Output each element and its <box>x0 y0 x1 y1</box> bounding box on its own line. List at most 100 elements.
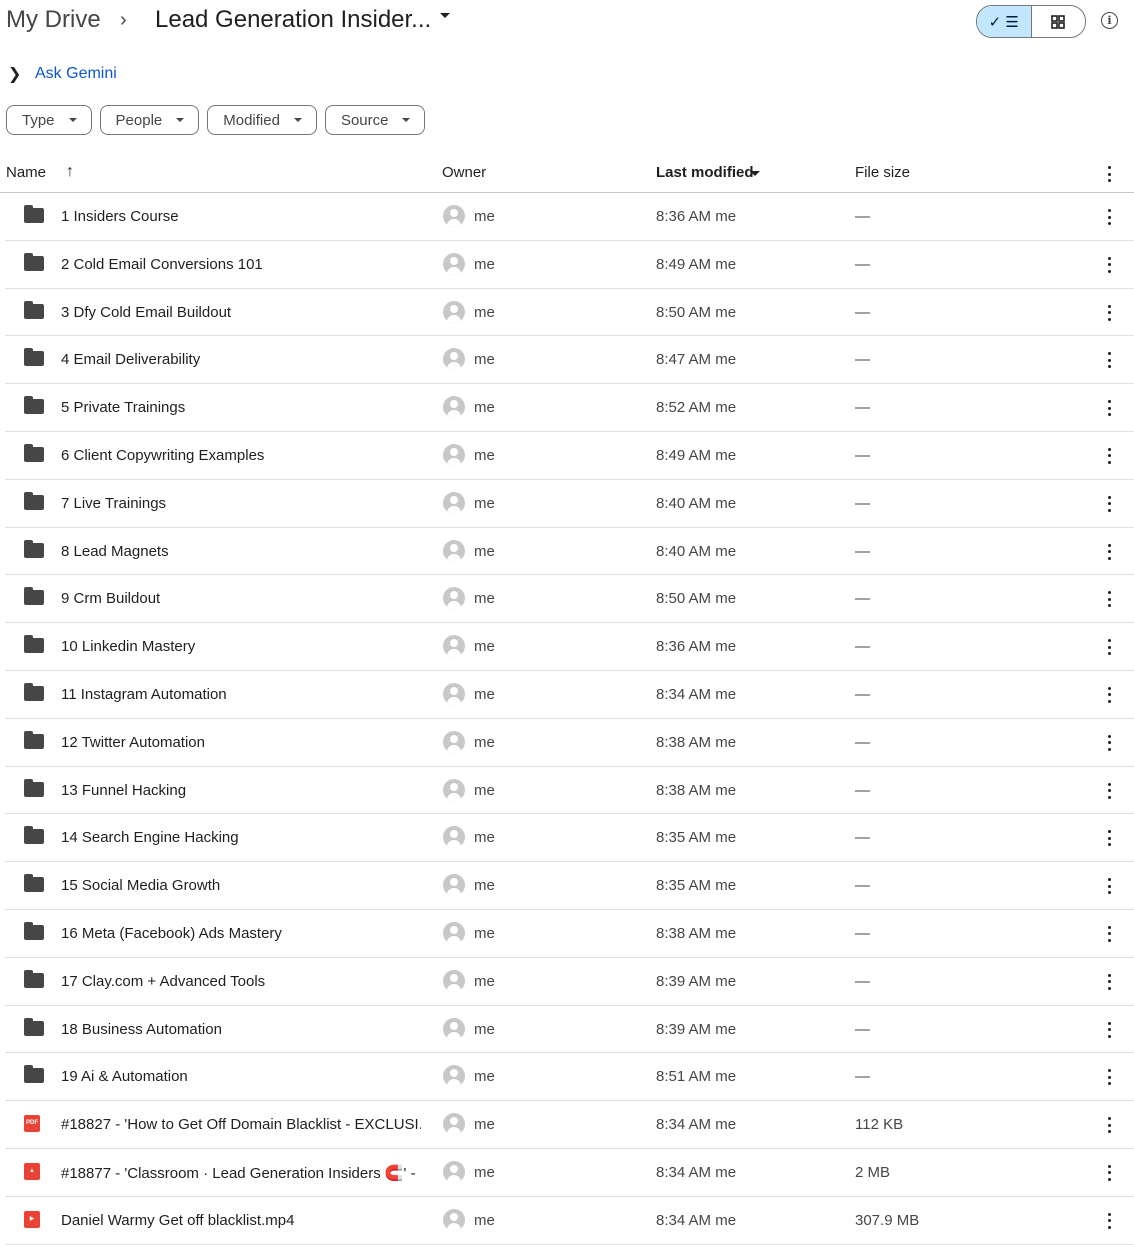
file-size: — <box>855 924 870 942</box>
folder-icon <box>24 587 44 606</box>
file-name[interactable]: 16 Meta (Facebook) Ads Mastery <box>61 925 282 942</box>
folder-menu-caret-icon[interactable] <box>440 13 450 18</box>
breadcrumb-my-drive[interactable]: My Drive <box>6 6 101 34</box>
more-vert-icon[interactable] <box>1107 639 1111 656</box>
file-name[interactable]: 4 Email Deliverability <box>61 351 200 368</box>
file-size: 2 MB <box>855 1163 891 1181</box>
owner-avatar-icon <box>443 348 465 371</box>
table-row[interactable]: 18 Business Automation me 8:39 AM me — <box>5 1006 1134 1054</box>
table-row[interactable]: 16 Meta (Facebook) Ads Mastery me 8:38 AM … <box>5 910 1134 958</box>
table-row[interactable]: 6 Client Copywriting Examples me 8:49 AM m… <box>5 432 1134 480</box>
table-row[interactable]: PDF #18827 - 'How to Get Off Domain Black… <box>5 1101 1134 1149</box>
last-modified: 8:36 AM me <box>656 208 737 225</box>
file-name[interactable]: 2 Cold Email Conversions 101 <box>61 256 263 273</box>
table-row[interactable]: 1 Insiders Course me 8:36 AM me — <box>5 193 1134 241</box>
table-row[interactable]: 19 Ai & Automation me 8:51 AM me — <box>5 1053 1134 1102</box>
info-icon[interactable]: i <box>1101 12 1118 29</box>
owner-avatar-icon <box>443 491 465 514</box>
file-name[interactable]: 12 Twitter Automation <box>61 734 205 751</box>
owner-label: me <box>474 685 495 703</box>
table-row[interactable]: 8 Lead Magnets me 8:40 AM me — <box>5 528 1134 576</box>
last-modified: 8:34 AM me <box>656 1211 737 1229</box>
table-row[interactable]: ▶ Daniel Warmy Get off blacklist.mp4 me 8:3… <box>5 1197 1134 1245</box>
table-row[interactable]: ▲ #18877 - 'Classroom · Lead Generation I… <box>5 1149 1134 1197</box>
folder-icon <box>24 682 44 701</box>
column-name[interactable]: Name <box>6 164 46 181</box>
table-row[interactable]: 2 Cold Email Conversions 101 me 8:49 AM me… <box>5 241 1134 289</box>
more-vert-icon[interactable] <box>1107 686 1111 703</box>
file-name[interactable]: Daniel Warmy Get off blacklist.mp4 <box>61 1212 294 1229</box>
table-row[interactable]: 4 Email Deliverability me 8:47 AM me — <box>5 336 1134 385</box>
file-name[interactable]: 11 Instagram Automation <box>61 686 227 703</box>
more-vert-icon[interactable] <box>1107 782 1111 799</box>
breadcrumb-current-folder[interactable]: Lead Generation Insider... <box>155 6 431 34</box>
more-vert-icon[interactable] <box>1107 166 1111 182</box>
file-name[interactable]: 19 Ai & Automation <box>61 1068 188 1085</box>
ask-gemini[interactable]: ❯ Ask Gemini <box>8 62 117 86</box>
table-row[interactable]: 7 Live Trainings me 8:40 AM me — <box>5 480 1134 528</box>
file-name[interactable]: 5 Private Trainings <box>61 399 185 416</box>
more-vert-icon[interactable] <box>1107 1069 1111 1086</box>
file-name[interactable]: 9 Crm Buildout <box>61 590 160 607</box>
table-row[interactable]: 11 Instagram Automation me 8:34 AM me — <box>5 671 1134 719</box>
more-vert-icon[interactable] <box>1107 1021 1111 1038</box>
more-vert-icon[interactable] <box>1107 543 1111 560</box>
more-vert-icon[interactable] <box>1107 304 1111 321</box>
table-row[interactable]: 9 Crm Buildout me 8:50 AM me — <box>5 575 1134 624</box>
file-name[interactable]: 17 Clay.com + Advanced Tools <box>61 973 265 990</box>
file-size: — <box>855 685 870 703</box>
more-vert-icon[interactable] <box>1107 734 1111 751</box>
file-name[interactable]: #18827 - 'How to Get Off Domain Blacklis… <box>61 1116 421 1133</box>
more-vert-icon[interactable] <box>1107 1212 1111 1229</box>
column-last-modified[interactable]: Last modified <box>656 164 754 181</box>
file-name[interactable]: 6 Client Copywriting Examples <box>61 447 264 464</box>
filter-source[interactable]: Source <box>324 105 426 135</box>
last-modified: 8:34 AM me <box>656 1163 737 1181</box>
table-row[interactable]: 10 Linkedin Mastery me 8:36 AM me — <box>5 623 1134 671</box>
table-row[interactable]: 12 Twitter Automation me 8:38 AM me — <box>5 719 1134 767</box>
image-file-icon: ▲ <box>24 1162 40 1180</box>
more-vert-icon[interactable] <box>1107 447 1111 464</box>
column-file-size: File size <box>855 164 911 181</box>
filter-type[interactable]: Type <box>6 105 92 135</box>
table-row[interactable]: 17 Clay.com + Advanced Tools me 8:39 AM me… <box>5 958 1134 1006</box>
more-vert-icon[interactable] <box>1107 352 1111 369</box>
more-vert-icon[interactable] <box>1107 1117 1111 1134</box>
table-row[interactable]: 5 Private Trainings me 8:52 AM me — <box>5 384 1134 432</box>
more-vert-icon[interactable] <box>1107 400 1111 417</box>
file-list: 1 Insiders Course me 8:36 AM me —2 Cold Ema… <box>5 193 1134 1245</box>
more-vert-icon[interactable] <box>1107 1164 1111 1181</box>
file-name[interactable]: #18877 - 'Classroom · Lead Generation In… <box>61 1164 421 1182</box>
more-vert-icon[interactable] <box>1107 830 1111 847</box>
folder-icon <box>24 921 44 940</box>
filter-people[interactable]: People <box>99 105 200 135</box>
file-name[interactable]: 7 Live Trainings <box>61 495 166 512</box>
table-row[interactable]: 15 Social Media Growth me 8:35 AM me — <box>5 862 1134 910</box>
folder-icon <box>24 778 44 797</box>
file-name[interactable]: 18 Business Automation <box>61 1021 222 1038</box>
file-name[interactable]: 3 Dfy Cold Email Buildout <box>61 304 231 321</box>
more-vert-icon[interactable] <box>1107 591 1111 608</box>
list-view-button[interactable]: ✓ ☰ <box>977 6 1032 37</box>
file-name[interactable]: 14 Search Engine Hacking <box>61 829 239 846</box>
file-name[interactable]: 15 Social Media Growth <box>61 877 220 894</box>
file-name[interactable]: 10 Linkedin Mastery <box>61 638 195 655</box>
more-vert-icon[interactable] <box>1107 878 1111 895</box>
sort-ascending-icon[interactable]: ↑ <box>66 163 74 181</box>
owner-avatar-icon <box>443 730 465 753</box>
more-vert-icon[interactable] <box>1107 209 1111 225</box>
filter-modified[interactable]: Modified <box>207 105 317 135</box>
table-row[interactable]: 13 Funnel Hacking me 8:38 AM me — <box>5 767 1134 815</box>
more-vert-icon[interactable] <box>1107 495 1111 512</box>
file-name[interactable]: 8 Lead Magnets <box>61 543 169 560</box>
more-vert-icon[interactable] <box>1107 973 1111 990</box>
sort-dropdown-caret-icon[interactable] <box>750 171 760 176</box>
more-vert-icon[interactable] <box>1107 925 1111 942</box>
table-row[interactable]: 3 Dfy Cold Email Buildout me 8:50 AM me — <box>5 289 1134 337</box>
table-row[interactable]: 14 Search Engine Hacking me 8:35 AM me — <box>5 814 1134 863</box>
owner-avatar-icon <box>443 1065 465 1088</box>
file-name[interactable]: 13 Funnel Hacking <box>61 782 186 799</box>
more-vert-icon[interactable] <box>1107 256 1111 273</box>
file-name[interactable]: 1 Insiders Course <box>61 208 179 225</box>
grid-view-button[interactable] <box>1032 6 1086 37</box>
